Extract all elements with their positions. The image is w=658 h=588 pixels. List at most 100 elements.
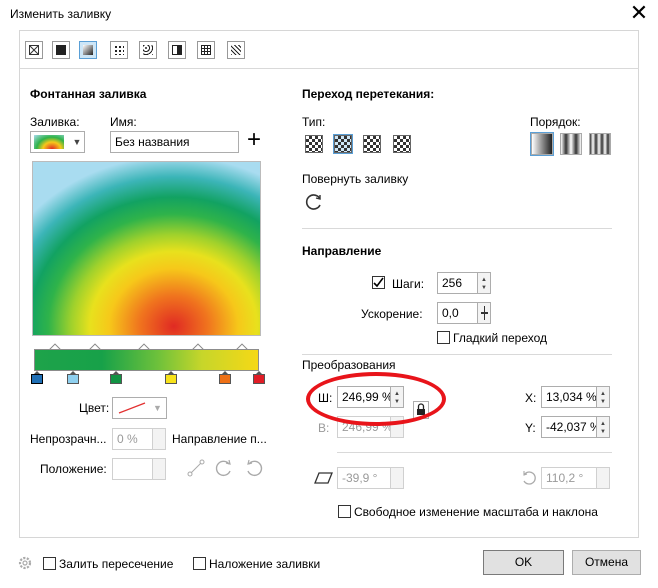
overprint-fill-checkbox[interactable] (193, 557, 206, 570)
type-label: Тип: (302, 115, 326, 129)
linear-fill-type[interactable] (305, 135, 323, 153)
height-label: В: (318, 421, 330, 435)
ok-button[interactable]: OK (483, 550, 564, 575)
width-spinner[interactable]: ▲ ▼ (390, 386, 404, 408)
height-input[interactable]: 246,99 % (337, 416, 391, 438)
position-label: Положение: (40, 462, 107, 476)
rotate-input[interactable]: 110,2 ° (541, 467, 597, 489)
uniform-fill-icon (56, 45, 66, 55)
two-color-pattern-fill-button[interactable] (168, 41, 186, 59)
fountain-fill-button[interactable] (79, 41, 97, 59)
y-input[interactable]: -42,037 % (541, 416, 597, 438)
rotate-spinner[interactable] (596, 467, 610, 489)
conical-fill-type[interactable] (363, 135, 381, 153)
color-ramp[interactable] (34, 349, 259, 371)
order-label: Порядок: (530, 115, 581, 129)
steps-checkbox[interactable] (372, 276, 385, 289)
steps-input[interactable]: 256 (437, 272, 478, 294)
direction-blend-label: Направление п... (172, 432, 267, 446)
color-node[interactable] (110, 371, 122, 384)
free-scale-checkbox[interactable] (338, 505, 351, 518)
node-color-picker[interactable]: ▼ (112, 397, 167, 419)
fountain-fill-icon (83, 45, 93, 55)
opacity-input[interactable]: 0 % (112, 428, 153, 450)
acceleration-input[interactable]: 0,0 (437, 302, 478, 324)
color-node[interactable] (219, 371, 231, 384)
toolbar-separator (19, 68, 639, 69)
uniform-fill-button[interactable] (52, 41, 70, 59)
add-preset-button[interactable]: + (244, 126, 264, 153)
close-icon: ✕ (629, 0, 649, 25)
order-repeat-icon[interactable] (560, 133, 582, 155)
rotate-fill-icon[interactable] (304, 192, 324, 212)
x-input[interactable]: 13,034 % (541, 386, 597, 408)
smooth-blend-label: Гладкий переход (453, 331, 548, 345)
opacity-spinner[interactable] (152, 428, 166, 450)
free-scale-label: Свободное изменение масштаба и наклона (354, 505, 598, 519)
position-spinner[interactable] (152, 458, 166, 480)
bitmap-pattern-fill-button[interactable] (139, 41, 157, 59)
name-label: Имя: (110, 115, 137, 129)
fill-intersection-checkbox[interactable] (43, 557, 56, 570)
window-title: Изменить заливку (10, 7, 112, 21)
gear-icon[interactable] (16, 554, 34, 572)
divider (302, 228, 612, 229)
x-spinner[interactable]: ▲ ▼ (596, 386, 610, 408)
fill-preview[interactable] (32, 161, 261, 336)
chevron-down-icon: ▼ (153, 403, 162, 413)
fill-name-input[interactable]: Без названия (110, 131, 239, 153)
two-color-pattern-icon (172, 45, 182, 55)
texture-fill-button[interactable] (197, 41, 215, 59)
no-color-icon (118, 402, 146, 414)
fill-label: Заливка: (30, 115, 80, 129)
rotate-cw-icon[interactable] (214, 458, 234, 478)
acceleration-slider[interactable] (477, 302, 491, 324)
node-line-icon[interactable] (186, 458, 206, 478)
steps-label: Шаги: (392, 277, 425, 291)
rectangular-fill-type[interactable] (393, 135, 411, 153)
fill-preset-swatch (34, 135, 64, 149)
fill-intersection-label: Залить пересечение (59, 557, 174, 571)
no-fill-button[interactable] (25, 41, 43, 59)
color-label: Цвет: (79, 401, 110, 415)
steps-spinner[interactable]: ▲ ▼ (477, 272, 491, 294)
x-label: X: (525, 391, 537, 405)
elliptical-fill-type[interactable] (333, 134, 353, 154)
color-node[interactable] (253, 371, 265, 384)
chevron-down-icon: ▼ (72, 137, 82, 147)
skew-input[interactable]: -39,9 ° (337, 467, 391, 489)
texture-fill-icon (201, 45, 211, 55)
cancel-button[interactable]: Отмена (572, 550, 641, 575)
blend-transition-heading: Переход перетекания: (302, 87, 435, 101)
color-node[interactable] (31, 371, 43, 384)
fill-preset-picker[interactable]: ▼ (30, 131, 85, 153)
checkmark-icon (373, 277, 384, 288)
lock-icon (417, 403, 425, 415)
skew-spinner[interactable] (390, 467, 404, 489)
height-spinner[interactable] (390, 416, 404, 438)
postscript-fill-icon (231, 45, 241, 55)
width-label: Ш: (318, 391, 333, 405)
transforms-heading: Преобразования (302, 358, 396, 372)
rotate-fill-label: Повернуть заливку (302, 172, 409, 186)
color-node[interactable] (67, 371, 79, 384)
postscript-fill-button[interactable] (227, 41, 245, 59)
divider (337, 452, 612, 453)
fountain-fill-heading: Фонтанная заливка (30, 87, 147, 101)
position-input[interactable] (112, 458, 153, 480)
close-button[interactable]: ✕ (626, 2, 652, 26)
skew-icon (314, 472, 333, 484)
smooth-blend-checkbox[interactable] (437, 331, 450, 344)
plus-icon: + (246, 126, 261, 153)
color-node[interactable] (165, 371, 177, 384)
y-label: Y: (525, 421, 536, 435)
y-spinner[interactable]: ▲ ▼ (596, 416, 610, 438)
order-default-icon[interactable] (530, 132, 554, 156)
rotate-ccw-icon[interactable] (244, 458, 264, 478)
lock-ratio-button[interactable] (413, 401, 429, 419)
width-input[interactable]: 246,99 % (337, 386, 391, 408)
order-mirror-icon[interactable] (589, 133, 611, 155)
rotate-icon (523, 471, 536, 485)
bitmap-pattern-icon (143, 45, 153, 55)
vector-pattern-fill-button[interactable] (110, 41, 128, 59)
